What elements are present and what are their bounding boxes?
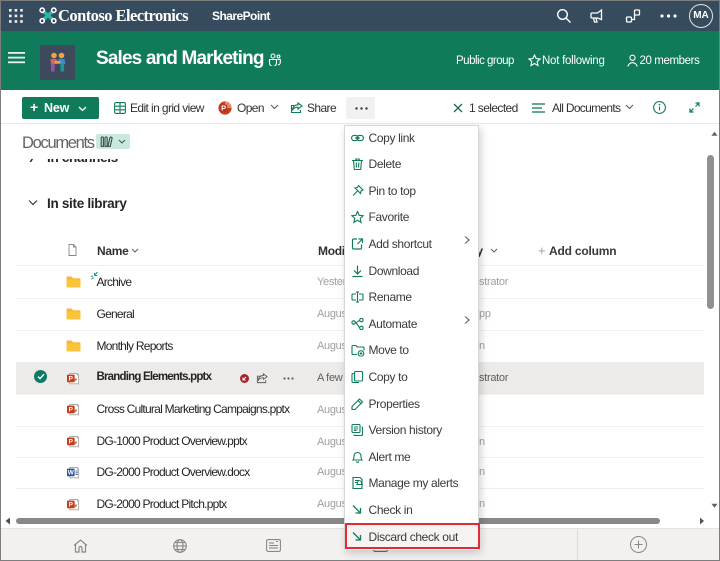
svg-text:P: P bbox=[69, 407, 74, 414]
svg-text:P: P bbox=[69, 501, 74, 508]
svg-text:P: P bbox=[221, 103, 226, 112]
svg-text:W: W bbox=[68, 469, 75, 476]
svg-text:P: P bbox=[69, 439, 74, 446]
svg-text:P: P bbox=[69, 375, 74, 382]
